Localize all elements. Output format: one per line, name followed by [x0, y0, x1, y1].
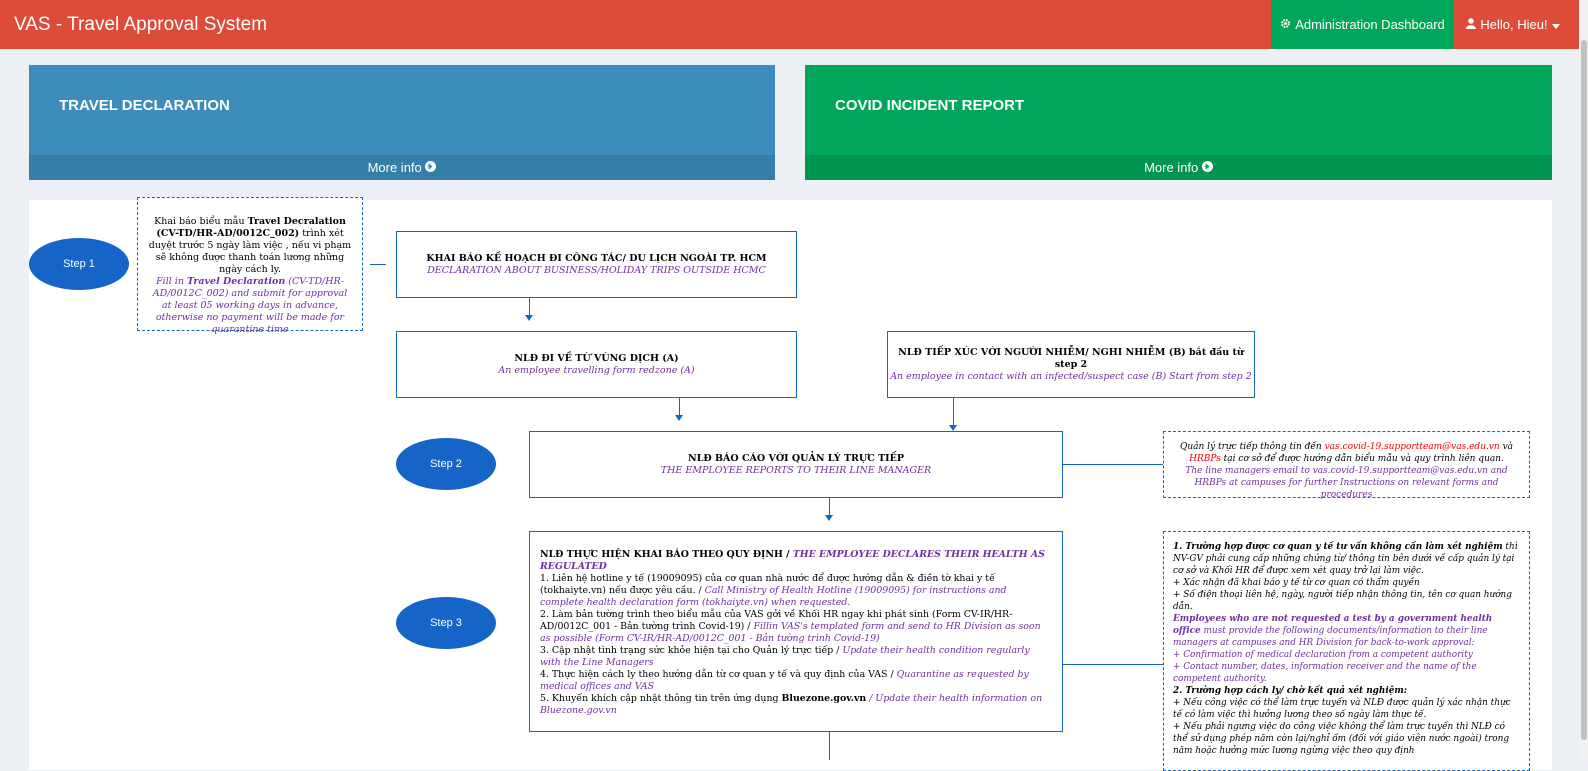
- note1-vi-pre: Khai báo biểu mẫu: [154, 216, 248, 227]
- declare-item-5-bold: Bluezone.gov.vn: [781, 693, 867, 704]
- note2-hrbps: HRBPs: [1189, 454, 1221, 464]
- more-info-label: More info: [1144, 160, 1199, 175]
- report-en: THE EMPLOYEE REPORTS TO THEIR LINE MANAG…: [660, 464, 932, 476]
- note3-l3: + Số điện thoại liên hệ, ngày, người tiế…: [1173, 590, 1512, 612]
- step-3-node[interactable]: Step 3: [396, 597, 496, 649]
- note3-l5: + Confirmation of medical declaration fr…: [1173, 650, 1473, 660]
- connector-line: [1063, 464, 1163, 465]
- case-b-en: An employee in contact with an infected/…: [890, 370, 1252, 382]
- case-a-box: NLĐ ĐI VỀ TỪ VÙNG DỊCH (A) An employee t…: [396, 331, 797, 398]
- arrow-down-icon: [675, 415, 683, 421]
- covid-incident-report-title: COVID INCIDENT REPORT: [835, 97, 1025, 114]
- user-menu[interactable]: Hello, Hieu!: [1454, 0, 1572, 49]
- note3-l8: + Nếu công việc có thể làm trực tuyến và…: [1173, 698, 1511, 720]
- arrow-circle-right-icon: [1201, 160, 1213, 175]
- report-vi: NLĐ BÁO CÁO VỚI QUẢN LÝ TRỰC TIẾP: [688, 452, 904, 464]
- case-b-box: NLĐ TIẾP XÚC VỚI NGƯỜI NHIỄM/ NGHI NHIỄM…: [887, 331, 1255, 398]
- declare-heading-vi: NLĐ THỰC HIỆN KHAI BÁO THEO QUY ĐỊNH /: [540, 549, 793, 560]
- note2-vi-pre: Quản lý trực tiếp thông tin đến: [1179, 442, 1325, 452]
- arrow-down-icon: [525, 315, 533, 321]
- report-to-manager-box: NLĐ BÁO CÁO VỚI QUẢN LÝ TRỰC TIẾP THE EM…: [529, 431, 1063, 498]
- connector-line: [829, 732, 830, 760]
- step-1-node[interactable]: Step 1: [29, 238, 129, 290]
- plan-vi: KHAI BÁO KẾ HOẠCH ĐI CÔNG TÁC/ DU LỊCH N…: [426, 252, 767, 264]
- note2-email[interactable]: vas.covid-19.supportteam@vas.edu.vn: [1325, 442, 1500, 452]
- case-b-vi: NLĐ TIẾP XÚC VỚI NGƯỜI NHIỄM/ NGHI NHIỄM…: [898, 346, 1244, 370]
- connector-line: [953, 398, 954, 426]
- user-greeting: Hello, Hieu!: [1480, 17, 1548, 32]
- administration-dashboard-label: Administration Dashboard: [1295, 17, 1445, 32]
- line-manager-email-note: Quản lý trực tiếp thông tin đến vas.covi…: [1163, 431, 1530, 500]
- covid-incident-more-info-link[interactable]: More info: [805, 155, 1552, 180]
- note2-vi-mid: và: [1499, 442, 1514, 452]
- caret-down-icon: [1551, 17, 1560, 32]
- step-2-node[interactable]: Step 2: [396, 438, 496, 490]
- arrow-down-icon: [825, 515, 833, 521]
- note1-en-pre: Fill in: [156, 276, 187, 287]
- note3-l9: + Nếu phải ngưng việc do công việc không…: [1173, 722, 1510, 756]
- note3-l7: 2. Trường hợp cách ly/ chờ kết quả xét n…: [1173, 686, 1408, 696]
- travel-declaration-note: Khai báo biểu mẫu Travel Decralation (CV…: [137, 197, 363, 335]
- connector-line: [529, 298, 530, 316]
- declare-item-5-vi: 5. Khuyến khích cập nhật thông tin trên …: [540, 693, 782, 704]
- gear-icon: [1280, 17, 1291, 32]
- connector-line: [1063, 664, 1163, 665]
- plan-declaration-box: KHAI BÁO KẾ HOẠCH ĐI CÔNG TÁC/ DU LỊCH N…: [396, 231, 797, 298]
- test-guidance-note: 1. Trường hợp được cơ quan y tế tư vấn k…: [1163, 531, 1530, 771]
- connector-line: [370, 264, 386, 265]
- declare-item-4-vi: 4. Thực hiện cách ly theo hướng dẫn từ c…: [540, 669, 897, 680]
- app-title[interactable]: VAS - Travel Approval System: [14, 14, 267, 36]
- arrow-circle-right-icon: [425, 160, 437, 175]
- more-info-label: More info: [367, 160, 422, 175]
- note2-en: The line managers email to vas.covid-19.…: [1185, 466, 1508, 500]
- user-icon: [1466, 17, 1477, 32]
- covid-incident-report-box: COVID INCIDENT REPORT More info: [805, 65, 1552, 180]
- connector-line: [829, 498, 830, 516]
- note3-l4-rest: must provide the following documents/inf…: [1173, 626, 1488, 648]
- note2-vi-post: tại cơ sở để được hướng dẫn biểu mẫu và …: [1220, 454, 1504, 464]
- case-a-vi: NLĐ ĐI VỀ TỪ VÙNG DỊCH (A): [514, 352, 679, 364]
- note3-l2: + Xác nhận đã khai báo y tế từ cơ quan c…: [1173, 578, 1420, 588]
- note3-l1-bold: 1. Trường hợp được cơ quan y tế tư vấn k…: [1173, 542, 1503, 552]
- travel-declaration-more-info-link[interactable]: More info: [29, 155, 775, 180]
- plan-en: DECLARATION ABOUT BUSINESS/HOLIDAY TRIPS…: [427, 264, 766, 276]
- travel-declaration-title: TRAVEL DECLARATION: [59, 97, 230, 114]
- health-declaration-box: NLĐ THỰC HIỆN KHAI BÁO THEO QUY ĐỊNH / T…: [529, 531, 1063, 732]
- connector-line: [679, 398, 680, 416]
- declare-item-3-vi: 3. Cập nhật tình trạng sức khỏe hiện tại…: [540, 645, 843, 656]
- note3-l6: + Contact number, dates, information rec…: [1173, 662, 1477, 684]
- note1-en-form: Travel Declaration: [186, 276, 286, 287]
- case-a-en: An employee travelling form redzone (A): [498, 364, 695, 376]
- travel-declaration-box: TRAVEL DECLARATION More info: [29, 65, 775, 180]
- scrollbar-thumb[interactable]: [1581, 40, 1587, 740]
- administration-dashboard-button[interactable]: Administration Dashboard: [1271, 0, 1454, 49]
